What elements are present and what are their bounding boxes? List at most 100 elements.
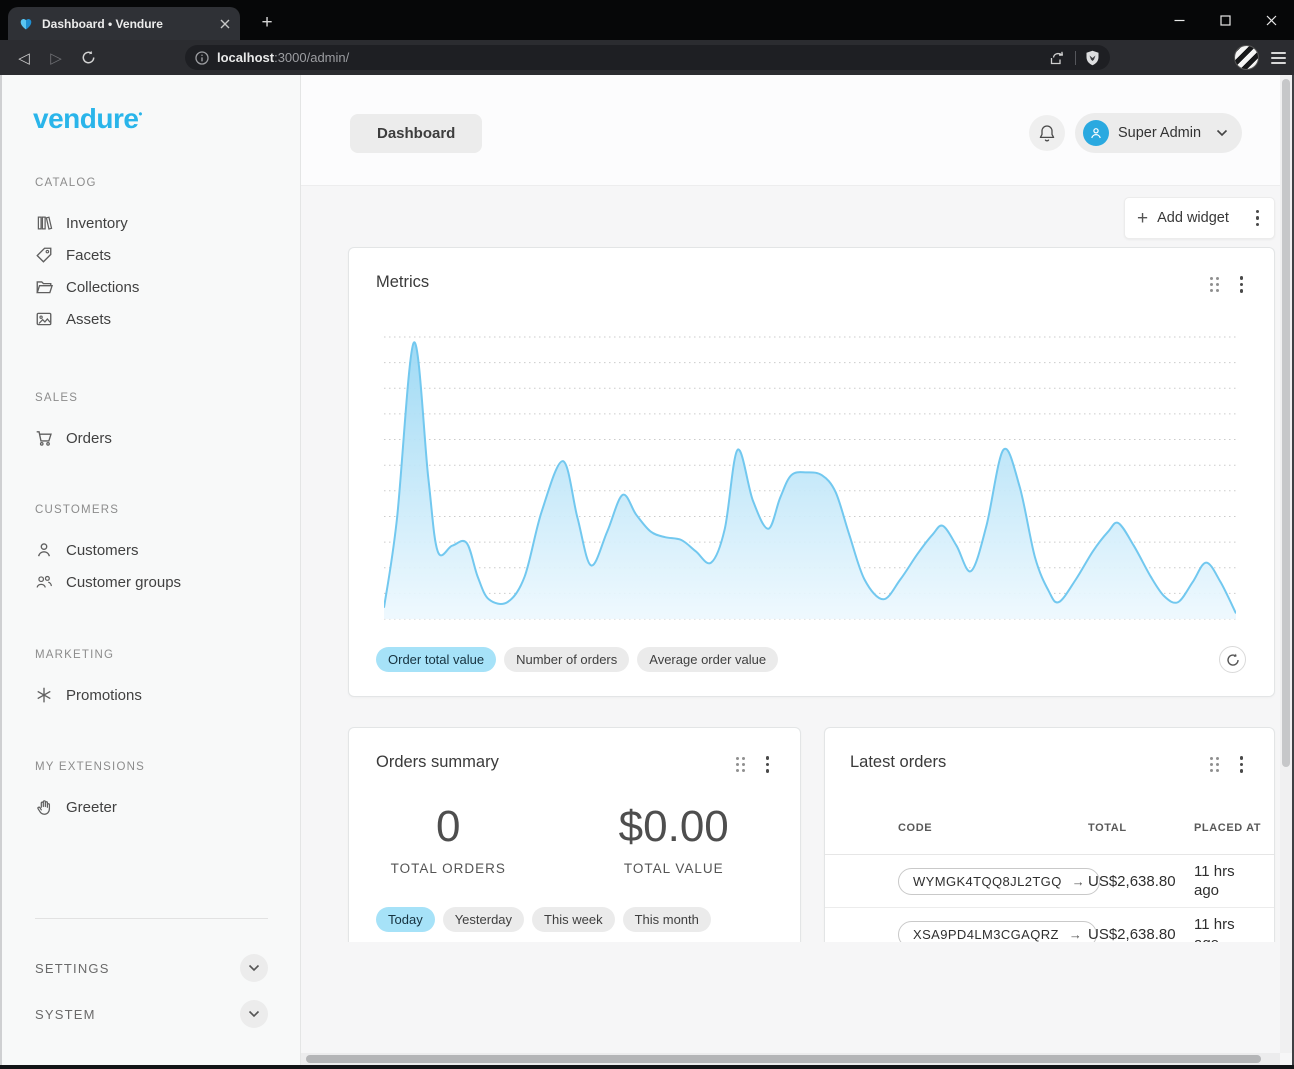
widget-menu-icon[interactable]	[1237, 756, 1247, 773]
sidebar-section-system[interactable]: SYSTEM	[35, 992, 268, 1036]
summary-stats: 0 TOTAL ORDERS $0.00 TOTAL VALUE	[349, 801, 800, 876]
window-controls	[1156, 0, 1294, 40]
address-bar[interactable]: localhost:3000/admin/	[185, 45, 1110, 70]
vertical-scrollbar[interactable]	[1280, 75, 1292, 1053]
reload-button[interactable]	[72, 50, 104, 65]
avatar	[1083, 120, 1109, 146]
table-row: XSA9PD4LM3CGAQRZ→ US$2,638.80 11 hrs ago	[825, 908, 1275, 943]
section-label: MARKETING	[35, 649, 284, 661]
horizontal-scrollbar[interactable]	[301, 1053, 1280, 1065]
sidebar-item-customers[interactable]: Customers	[35, 534, 284, 566]
close-button[interactable]	[1248, 0, 1294, 40]
main-area: Dashboard Super Admin	[301, 75, 1280, 1065]
order-code-link[interactable]: WYMGK4TQQ8JL2TGQ→	[898, 868, 1100, 895]
sidebar-item-label: Greeter	[66, 799, 117, 816]
inventory-icon	[35, 214, 53, 232]
latest-orders-widget: Latest orders CODE TOTAL PLACED AT	[824, 727, 1275, 942]
section-label: CATALOG	[35, 177, 284, 189]
filter-today[interactable]: Today	[376, 907, 435, 932]
drag-handle[interactable]	[1210, 277, 1219, 292]
user-menu[interactable]: Super Admin	[1075, 113, 1242, 153]
notifications-button[interactable]	[1029, 115, 1065, 151]
sidebar-item-label: Facets	[66, 247, 111, 264]
sidebar-bottom: SETTINGS SYSTEM	[35, 918, 268, 1036]
window-frame	[0, 1065, 1294, 1069]
drag-handle[interactable]	[1210, 757, 1219, 772]
menu-icon[interactable]	[1271, 52, 1286, 64]
order-placed-at: 11 hrs ago	[1194, 855, 1275, 908]
widget-menu-icon[interactable]	[763, 756, 773, 773]
vertical-scrollbar-thumb[interactable]	[1282, 79, 1290, 767]
vendure-logo: vendure•	[33, 103, 142, 135]
new-tab-button[interactable]: +	[256, 12, 278, 34]
promotions-icon	[35, 686, 53, 704]
filter-yesterday[interactable]: Yesterday	[443, 907, 524, 932]
expand-settings-button[interactable]	[240, 954, 268, 982]
url-path: :3000/admin/	[274, 50, 349, 65]
toolbar-right	[1234, 42, 1286, 73]
sidebar-item-facets[interactable]: Facets	[35, 239, 284, 271]
sidebar-item-label: Collections	[66, 279, 139, 296]
filter-order-total-value[interactable]: Order total value	[376, 647, 496, 672]
filter-average-order-value[interactable]: Average order value	[637, 647, 778, 672]
vendure-favicon-icon	[18, 16, 34, 32]
maximize-button[interactable]	[1202, 0, 1248, 40]
section-label: SALES	[35, 392, 284, 404]
brave-shields-icon[interactable]	[1085, 50, 1100, 66]
chevron-down-icon	[248, 1010, 260, 1018]
divider	[35, 918, 268, 919]
breadcrumb[interactable]: Dashboard	[350, 114, 482, 153]
filter-number-of-orders[interactable]: Number of orders	[504, 647, 629, 672]
section-label: SYSTEM	[35, 1007, 96, 1022]
sidebar-item-assets[interactable]: Assets	[35, 303, 284, 335]
bell-icon	[1038, 124, 1056, 143]
divider	[1075, 51, 1076, 65]
sidebar-item-collections[interactable]: Collections	[35, 271, 284, 303]
assets-icon	[35, 310, 53, 328]
nav-section-catalog: CATALOG Inventory Facets	[35, 177, 284, 335]
facets-icon	[35, 246, 53, 264]
expand-system-button[interactable]	[240, 1000, 268, 1028]
widget-actions	[1210, 756, 1247, 773]
stat-label: TOTAL ORDERS	[349, 861, 547, 876]
stat-total-value: $0.00 TOTAL VALUE	[547, 801, 800, 876]
arrow-right-icon: →	[1069, 927, 1082, 942]
column-header-code: CODE	[825, 808, 1088, 855]
horizontal-scrollbar-thumb[interactable]	[306, 1055, 1261, 1063]
order-code-link[interactable]: XSA9PD4LM3CGAQRZ→	[898, 921, 1097, 943]
refresh-icon	[1226, 653, 1240, 667]
order-placed-at: 11 hrs ago	[1194, 908, 1275, 943]
chevron-down-icon	[248, 964, 260, 972]
back-button[interactable]: ◁	[8, 49, 40, 67]
refresh-button[interactable]	[1219, 646, 1246, 673]
add-widget-menu-icon[interactable]	[1253, 210, 1263, 227]
sidebar-item-customer-groups[interactable]: Customer groups	[35, 566, 284, 598]
sidebar-item-promotions[interactable]: Promotions	[35, 679, 284, 711]
nav-section-sales: SALES Orders	[35, 392, 284, 454]
column-header-total: TOTAL	[1088, 808, 1194, 855]
widget-menu-icon[interactable]	[1237, 276, 1247, 293]
browser-tab-bar: Dashboard • Vendure +	[0, 0, 1294, 40]
drag-handle[interactable]	[736, 757, 745, 772]
widget-actions	[736, 756, 773, 773]
sidebar-section-settings[interactable]: SETTINGS	[35, 946, 268, 990]
order-total: US$2,638.80	[1088, 908, 1194, 943]
profile-avatar[interactable]	[1234, 45, 1259, 70]
stat-value: $0.00	[547, 801, 800, 853]
tab-close-icon[interactable]	[220, 19, 230, 29]
share-icon[interactable]	[1048, 50, 1066, 66]
sidebar-item-orders[interactable]: Orders	[35, 422, 284, 454]
greeter-icon	[35, 798, 53, 816]
minimize-button[interactable]	[1156, 0, 1202, 40]
page-header: Dashboard Super Admin	[301, 75, 1280, 186]
sidebar-item-inventory[interactable]: Inventory	[35, 207, 284, 239]
add-widget-button[interactable]: + Add widget	[1124, 197, 1275, 239]
tab-title: Dashboard • Vendure	[42, 17, 212, 31]
browser-tab[interactable]: Dashboard • Vendure	[8, 7, 240, 40]
forward-button[interactable]: ▷	[40, 49, 72, 67]
filter-this-month[interactable]: This month	[623, 907, 711, 932]
metrics-chart-container	[384, 331, 1236, 626]
sidebar-item-greeter[interactable]: Greeter	[35, 791, 284, 823]
site-info-icon[interactable]	[195, 51, 209, 65]
filter-this-week[interactable]: This week	[532, 907, 615, 932]
